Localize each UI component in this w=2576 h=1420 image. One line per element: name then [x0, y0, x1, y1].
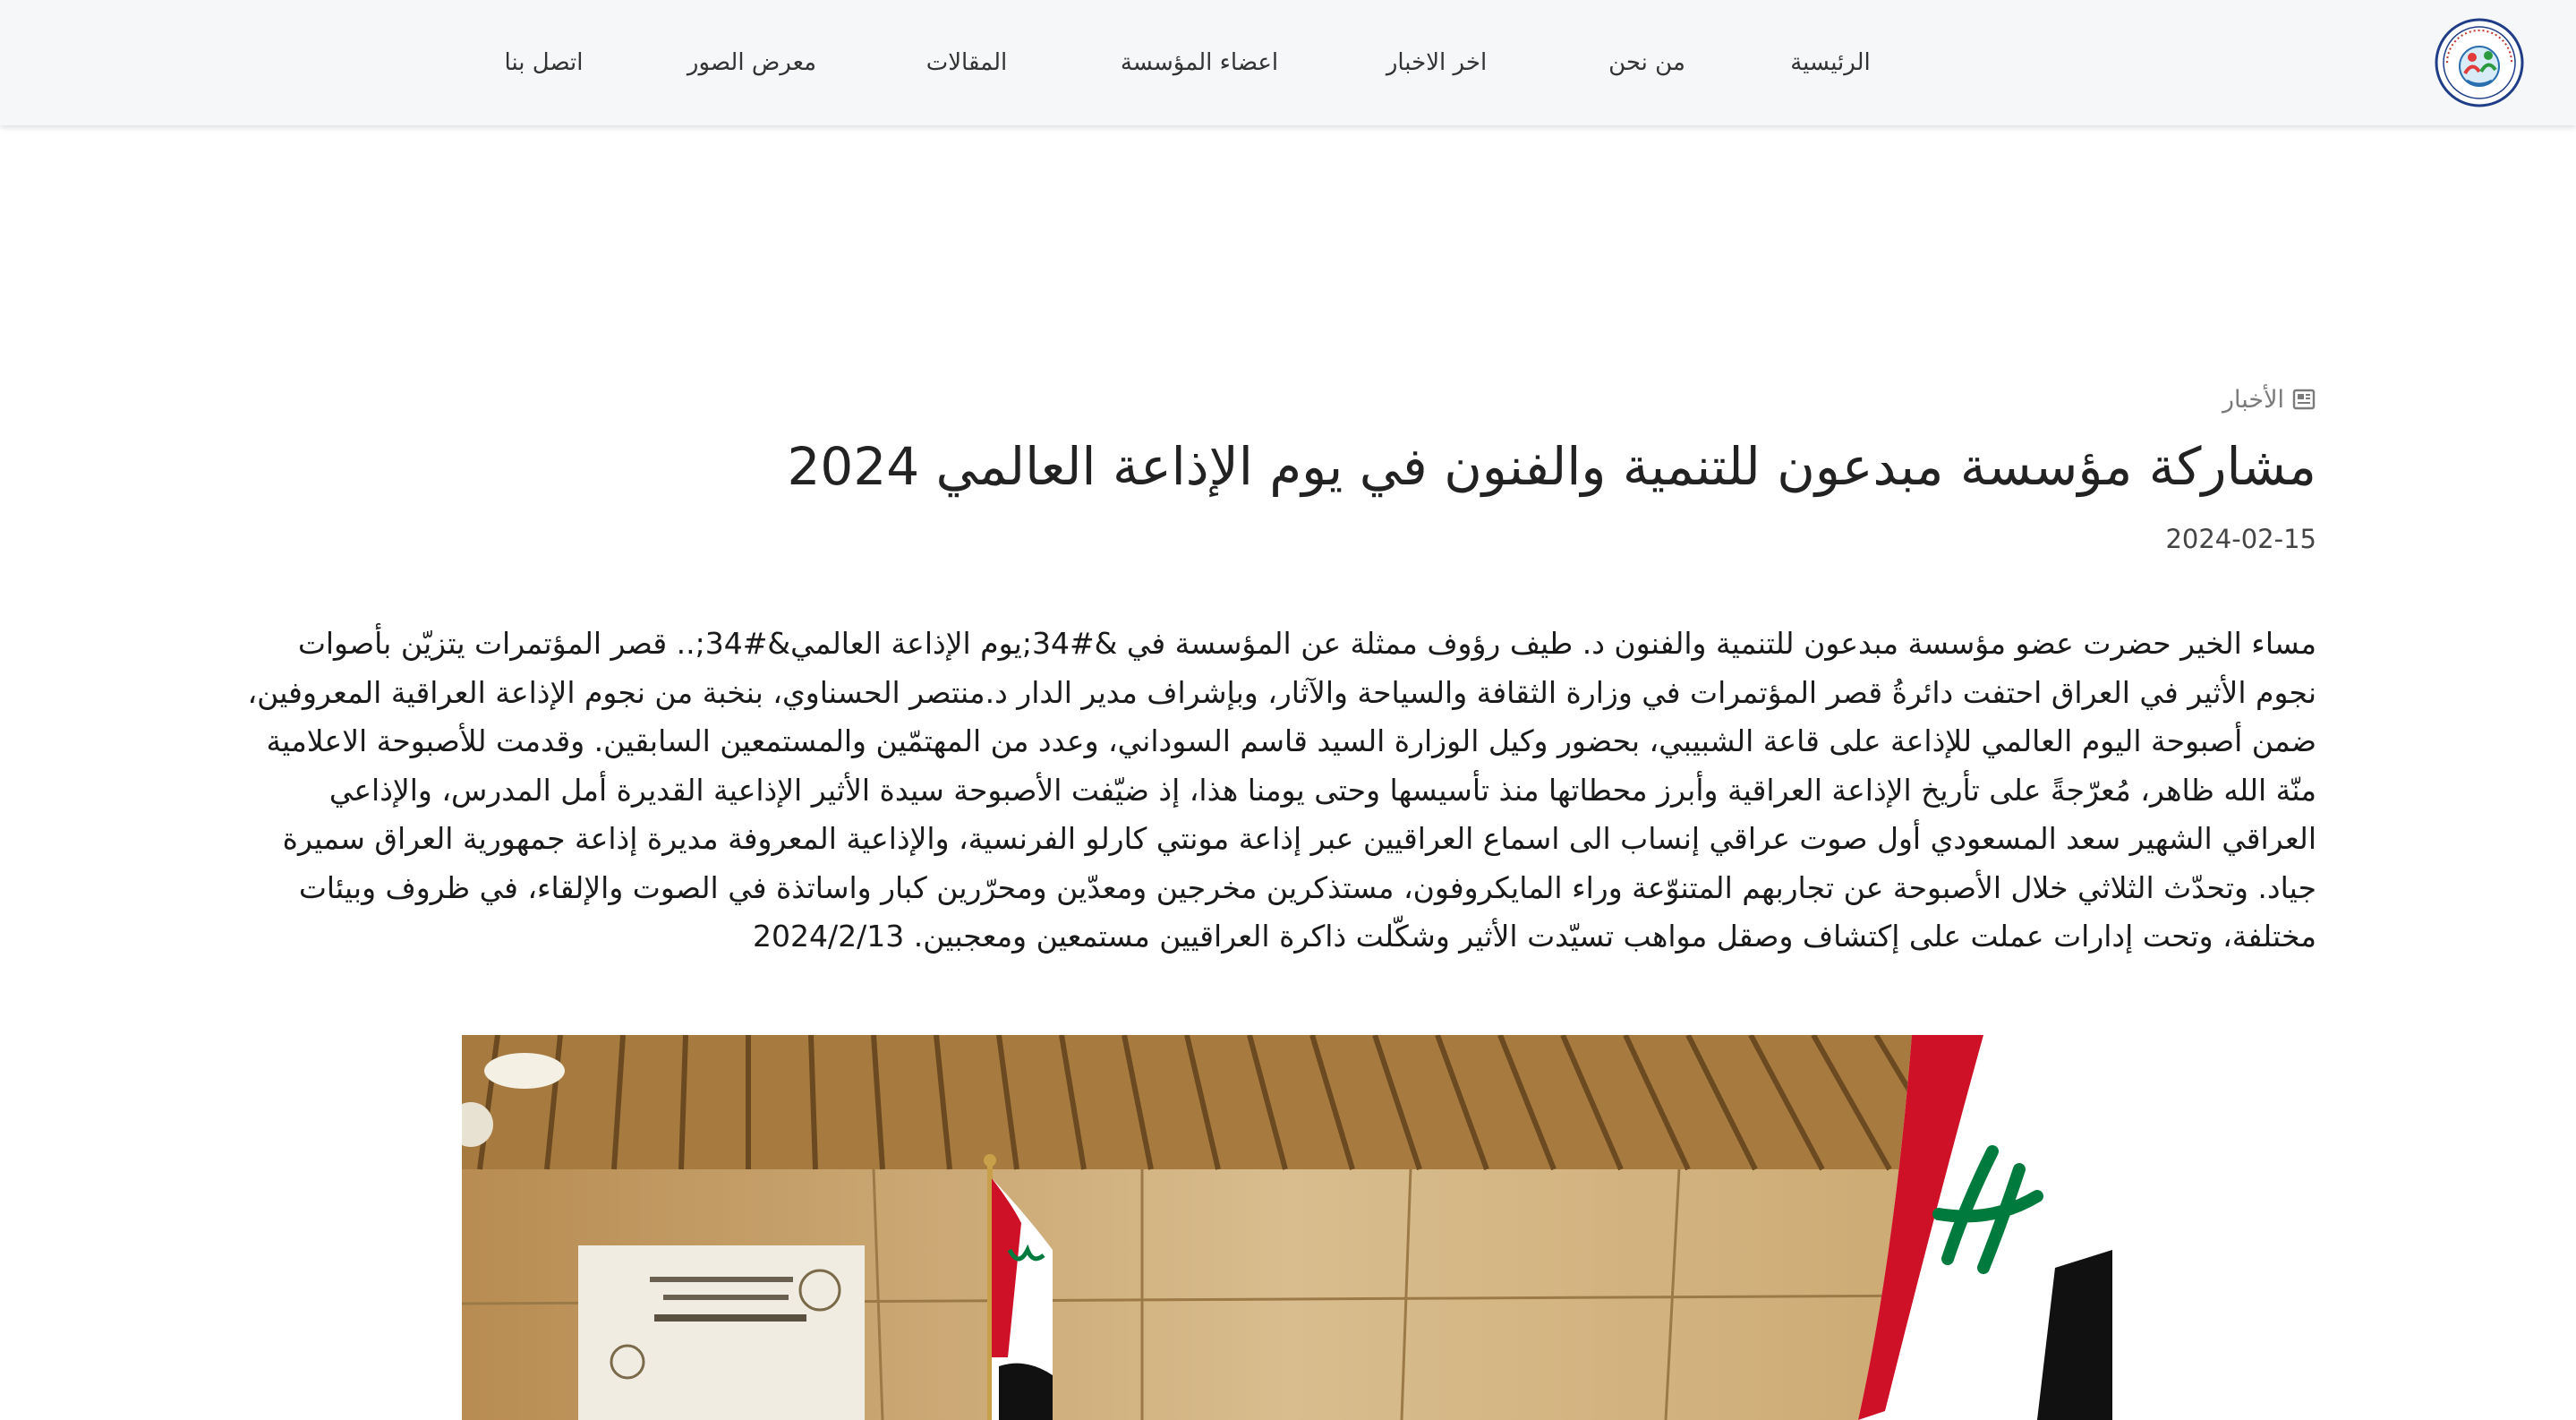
- nav-item-gallery[interactable]: معرض الصور: [676, 45, 828, 81]
- nav-item-latest-news[interactable]: اخر الاخبار: [1383, 45, 1490, 81]
- navbar: الرئيسية من نحن اخر الاخبار اعضاء المؤسس…: [0, 0, 2576, 125]
- article-date: 2024-02-15: [2165, 524, 2316, 554]
- newspaper-icon: [2291, 387, 2316, 412]
- nav-item-about[interactable]: من نحن: [1580, 45, 1714, 81]
- nav-item-home[interactable]: الرئيسية: [1763, 45, 1898, 81]
- category-label: الأخبار: [2222, 385, 2284, 414]
- article-title: مشاركة مؤسسة مبدعون للتنمية والفنون في ي…: [787, 436, 2316, 497]
- nav-item-articles[interactable]: المقالات: [913, 45, 1020, 81]
- article-category[interactable]: الأخبار: [2137, 383, 2316, 415]
- article-body: مساء الخير حضرت عضو مؤسسة مبدعون للتنمية…: [247, 626, 2316, 954]
- article-photo: [462, 1035, 2112, 1420]
- nav-item-members[interactable]: اعضاء المؤسسة: [1105, 45, 1293, 81]
- organization-logo-icon[interactable]: [2435, 18, 2524, 107]
- nav-item-contact[interactable]: اتصل بنا: [488, 45, 600, 81]
